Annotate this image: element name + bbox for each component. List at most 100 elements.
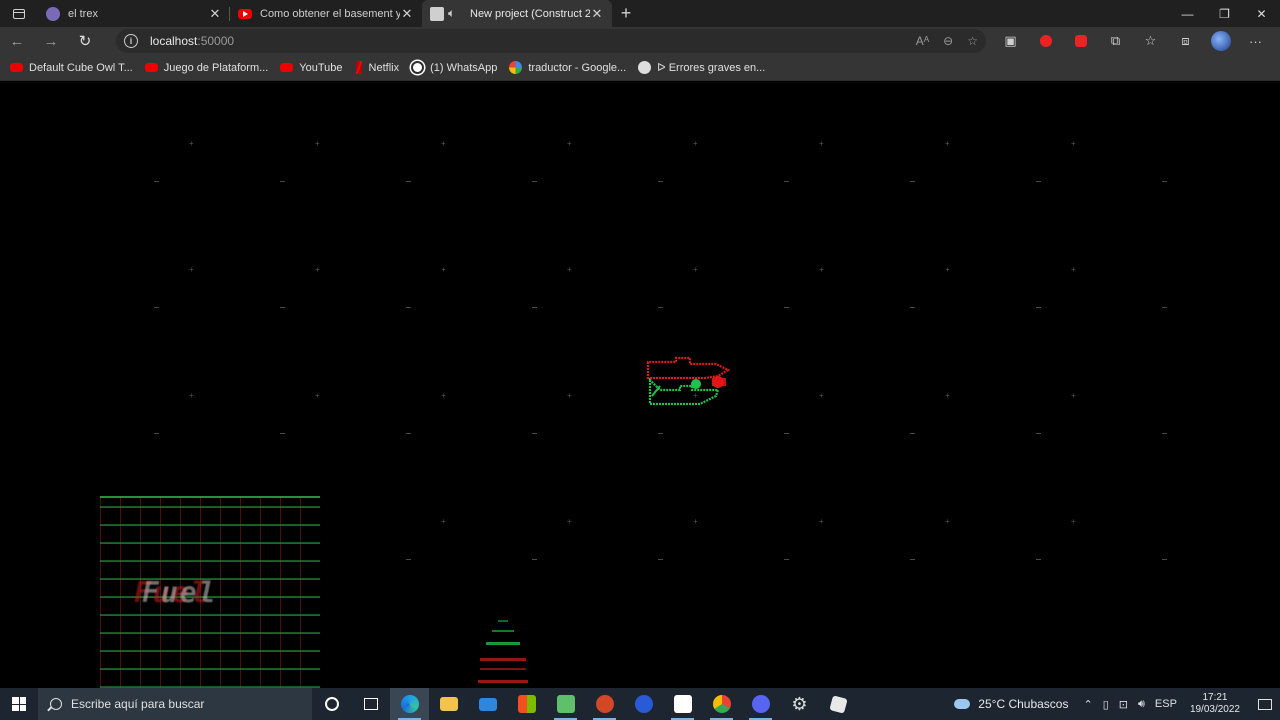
bookmarks-bar: Default Cube Owl T... Juego de Plataform…	[0, 55, 1280, 81]
read-aloud-icon[interactable]: Aᴬ	[916, 34, 929, 48]
fuel-panel: Fuel	[100, 496, 320, 688]
star-marker	[1162, 559, 1167, 560]
more-menu-icon[interactable]: ···	[1238, 34, 1273, 49]
bookmark-item[interactable]: Netflix	[355, 61, 399, 74]
site-info-icon[interactable]: i	[124, 34, 138, 48]
bookmark-item[interactable]: (1) WhatsApp	[411, 61, 497, 74]
star-marker	[784, 559, 789, 560]
star-marker	[532, 307, 537, 308]
battery-icon[interactable]: ▯	[1103, 698, 1109, 711]
tab-new-project[interactable]: 🔈︎ New project (Construct 2 p ✕	[422, 0, 612, 27]
star-marker	[784, 433, 789, 434]
profile-avatar[interactable]	[1203, 31, 1238, 51]
tab-youtube-video[interactable]: Como obtener el basement y el l ✕	[230, 0, 422, 27]
network-icon[interactable]: ⊡	[1119, 698, 1128, 711]
collections-icon[interactable]: ⧈	[1168, 33, 1203, 49]
back-button[interactable]: ←	[0, 27, 34, 55]
add-favorite-icon[interactable]: ☆	[967, 34, 978, 48]
star-marker	[658, 559, 663, 560]
star-marker: +	[189, 139, 194, 148]
notifications-icon[interactable]	[1250, 688, 1280, 720]
star-marker: +	[441, 517, 446, 526]
store-icon[interactable]	[507, 688, 546, 720]
powerpoint-icon[interactable]	[585, 688, 624, 720]
bookmark-item[interactable]: Juego de Plataform...	[144, 62, 268, 74]
star-marker	[910, 181, 915, 182]
star-marker: +	[441, 391, 446, 400]
star-marker	[532, 181, 537, 182]
star-marker: +	[567, 391, 572, 400]
star-marker	[154, 181, 159, 182]
fuel-label: Fuel	[142, 576, 218, 609]
system-tray: 25°C Chubascos ⌃ ▯ ⊡ 🔊︎ ESP 17:21 19/03/…	[954, 688, 1280, 720]
speaker-icon[interactable]: 🔈︎	[448, 6, 462, 21]
extension-screen-icon[interactable]	[1063, 35, 1098, 47]
construct-taskbar-icon[interactable]	[546, 688, 585, 720]
onenote-icon[interactable]	[663, 688, 702, 720]
extensions-bar: ▣ ⧉ ☆ ⧈ ···	[993, 27, 1273, 55]
youtube-icon	[10, 63, 23, 72]
clock[interactable]: 17:21 19/03/2022	[1190, 692, 1240, 716]
close-window-button[interactable]: ✕	[1243, 0, 1280, 27]
taskbar-search[interactable]: Escribe aquí para buscar	[38, 688, 312, 720]
close-tab-icon[interactable]: ✕	[590, 6, 604, 22]
start-button[interactable]	[0, 688, 38, 720]
game-canvas[interactable]: Fuel + + + + + + + + + + + + + + + + + + + + + + + + + + + + + +	[0, 82, 1280, 688]
clock-date: 19/03/2022	[1189, 704, 1240, 715]
star-marker	[784, 181, 789, 182]
star-marker	[1036, 181, 1041, 182]
zoom-icon[interactable]: ⊖	[943, 34, 953, 48]
app-icon[interactable]	[624, 688, 663, 720]
minimize-button[interactable]: —	[1169, 0, 1206, 27]
settings-icon[interactable]: ⚙	[780, 688, 819, 720]
star-marker: +	[819, 517, 824, 526]
language-indicator[interactable]: ESP	[1155, 698, 1177, 710]
whatsapp-icon	[411, 61, 425, 74]
tab-el-trex[interactable]: el trex ✕	[38, 0, 230, 27]
address-bar[interactable]: i localhost:50000 Aᴬ ⊖ ☆	[116, 29, 986, 53]
tracking-icon[interactable]: ▣	[993, 33, 1028, 49]
netflix-icon	[355, 61, 363, 74]
forward-button[interactable]: →	[34, 27, 68, 55]
star-marker	[784, 307, 789, 308]
close-tab-icon[interactable]: ✕	[400, 6, 414, 22]
volume-icon[interactable]: 🔊︎	[1138, 698, 1145, 711]
trex-favicon-icon	[46, 6, 60, 21]
chrome-icon[interactable]	[702, 688, 741, 720]
restore-button[interactable]: ❐	[1206, 0, 1243, 27]
bookmark-item[interactable]: ᐅ Errores graves en...	[638, 61, 765, 74]
close-tab-icon[interactable]: ✕	[208, 6, 222, 22]
star-marker: +	[945, 391, 950, 400]
weather-widget[interactable]: 25°C Chubascos	[954, 697, 1068, 711]
edge-taskbar-icon[interactable]	[390, 688, 429, 720]
search-placeholder: Escribe aquí para buscar	[71, 697, 205, 711]
favorites-icon[interactable]: ☆	[1133, 33, 1168, 49]
new-tab-button[interactable]: +	[612, 0, 640, 27]
mail-icon[interactable]	[468, 688, 507, 720]
star-marker: +	[1071, 391, 1076, 400]
star-marker	[658, 433, 663, 434]
discord-icon[interactable]	[741, 688, 780, 720]
star-marker: +	[567, 517, 572, 526]
roblox-icon[interactable]	[819, 688, 858, 720]
star-marker	[406, 307, 411, 308]
url-text[interactable]: localhost:50000	[150, 34, 234, 48]
star-marker: +	[693, 265, 698, 274]
bookmark-item[interactable]: YouTube	[280, 62, 343, 74]
youtube-icon	[280, 63, 294, 72]
tab-actions-menu-icon[interactable]	[0, 0, 38, 27]
star-marker: +	[441, 139, 446, 148]
extension-red-icon[interactable]	[1028, 35, 1063, 47]
refresh-button[interactable]: ↻	[68, 27, 102, 55]
windows-taskbar: Escribe aquí para buscar ⚙ 25°C Chubasco…	[0, 688, 1280, 720]
star-marker	[280, 307, 285, 308]
cortana-icon[interactable]	[312, 688, 351, 720]
star-marker	[658, 307, 663, 308]
show-hidden-icons-icon[interactable]: ⌃	[1083, 698, 1092, 711]
clock-time: 17:21	[1202, 692, 1228, 703]
file-explorer-icon[interactable]	[429, 688, 468, 720]
task-view-icon[interactable]	[351, 688, 390, 720]
bookmark-item[interactable]: Default Cube Owl T...	[10, 62, 133, 74]
extensions-icon[interactable]: ⧉	[1098, 33, 1133, 49]
bookmark-item[interactable]: traductor - Google...	[509, 61, 626, 74]
